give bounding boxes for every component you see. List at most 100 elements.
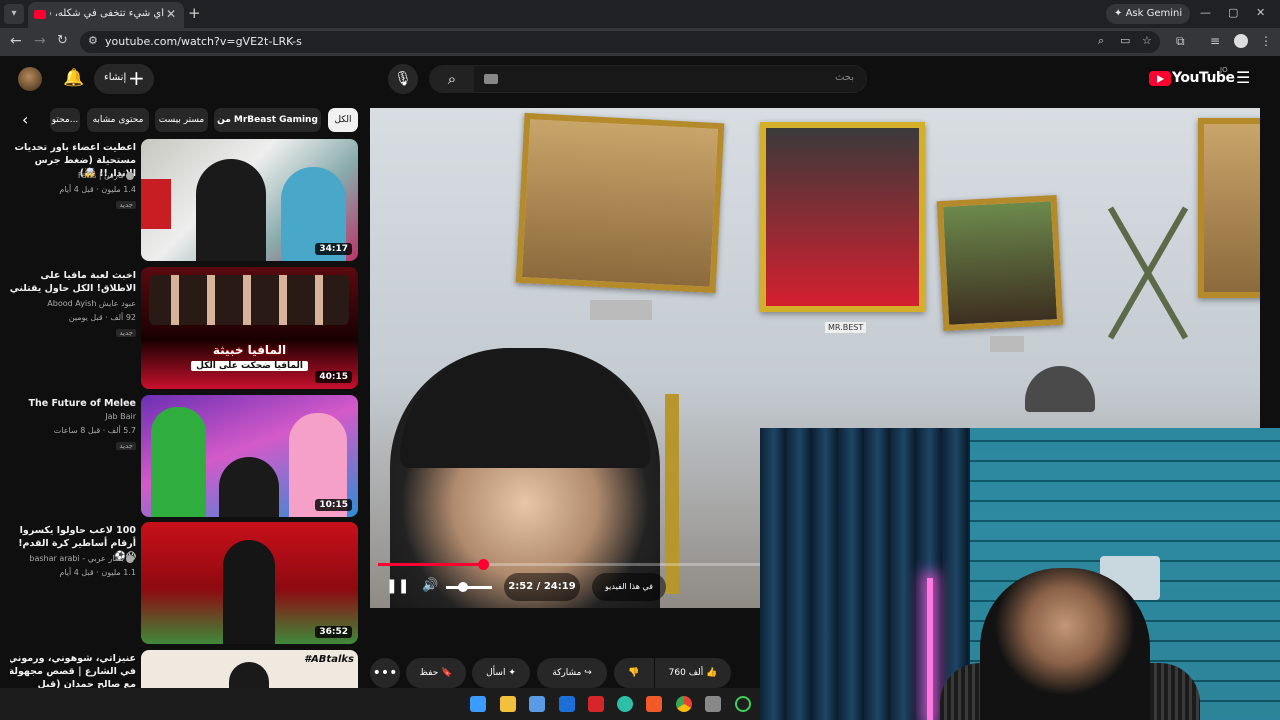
channel-name[interactable]: فارس | Faris — [8, 171, 136, 180]
reading-list-icon[interactable]: ≡ — [1210, 34, 1220, 48]
recommendation-item[interactable]: 34:17 اعطيت اعضاء باور تحديات مستحيلة (ض… — [10, 139, 360, 261]
forward-icon[interactable]: → — [34, 33, 46, 49]
person-shape — [223, 540, 275, 644]
search-placeholder: بحث — [834, 72, 854, 83]
volume-slider[interactable] — [446, 582, 492, 592]
profile-avatar[interactable] — [1234, 34, 1248, 48]
share-button[interactable]: مشاركة ↪ — [537, 658, 607, 688]
browser-tab[interactable]: أي شيء تتخفى في شكله، سأ... ✕ — [28, 2, 184, 28]
volume-knob[interactable] — [458, 582, 468, 592]
app-icon[interactable] — [559, 696, 575, 712]
video-thumbnail[interactable]: 36:52 — [141, 522, 358, 644]
voice-search-mic-icon[interactable]: 🎙 — [388, 64, 418, 94]
video-duration: 34:17 — [315, 243, 352, 255]
tab-close-icon[interactable]: ✕ — [166, 7, 176, 21]
chapter-button[interactable]: في هذا الفيديو — [592, 573, 666, 601]
search-box[interactable]: ⌕ بحث — [429, 65, 867, 93]
chrome-icon[interactable] — [676, 696, 692, 712]
video-meta: 92 ألف · قبل يومين — [68, 313, 136, 322]
tab-title: أي شيء تتخفى في شكله، سأ... — [50, 8, 164, 19]
chip-mrbeast[interactable]: مستر بيست — [155, 108, 208, 132]
channel-name[interactable]: Jab Bair — [8, 412, 136, 421]
search-icon[interactable]: ⌕ — [430, 66, 474, 92]
helmet-shape — [1025, 366, 1095, 412]
save-button[interactable]: حفظ 🔖 — [406, 658, 466, 688]
reload-icon[interactable]: ↻ — [57, 33, 68, 48]
site-info-icon[interactable]: ⚙ — [88, 34, 98, 47]
video-meta: 1.1 مليون · قبل 4 أيام — [59, 568, 136, 577]
video-duration: 10:15 — [315, 499, 352, 511]
chip-from-channel[interactable]: من MrBeast Gaming — [214, 108, 321, 132]
store-icon[interactable] — [529, 696, 545, 712]
nameplate-text: MR.BEST — [825, 322, 867, 333]
omnibox[interactable]: ⚙ youtube.com/watch?v=gVE2t-LRK-s ⌕ ▭ ☆ — [80, 31, 1160, 53]
app-icon[interactable] — [588, 696, 604, 712]
new-tab-icon[interactable]: + — [188, 4, 201, 22]
neon-light-shape — [927, 578, 933, 720]
thumbnail-overlay-text: المافيا خبيثة — [212, 343, 287, 357]
video-title[interactable]: اخبث لعبة مافيا على الاطلاق! الكل حاول ي… — [8, 269, 136, 295]
maximize-icon[interactable]: ▢ — [1228, 6, 1238, 19]
minimize-icon[interactable]: — — [1200, 6, 1211, 19]
video-title[interactable]: The Future of Melee — [8, 397, 136, 410]
video-thumbnail[interactable]: المافيا خبيثة المافيا ضحكت على الكل 40:1… — [141, 267, 358, 389]
recommendation-item[interactable]: 36:52 100 لاعب حاولوا يكسروا أرقام أساطي… — [10, 522, 360, 644]
channel-name[interactable]: بشار عربي - bashar arabi — [8, 554, 136, 563]
video-thumbnail[interactable]: 10:15 — [141, 395, 358, 517]
recommendation-item[interactable]: #ABtalks عنيزاتي، شوهوني، ورموني في الشا… — [10, 650, 360, 688]
guide-menu-icon[interactable]: ☰ — [1236, 68, 1250, 87]
volume-icon[interactable]: 🔊 — [422, 578, 438, 596]
chip-all[interactable]: الكل — [328, 108, 358, 132]
channel-name-text: بشار عربي - bashar arabi — [29, 554, 124, 563]
address-toolbar: ← → ↻ ⚙ youtube.com/watch?v=gVE2t-LRK-s … — [0, 28, 1280, 56]
video-meta: 5.7 ألف · قبل 8 ساعات — [53, 426, 136, 435]
window-close-icon[interactable]: ✕ — [1256, 6, 1265, 19]
bookmark-star-icon[interactable]: ☆ — [1142, 34, 1152, 47]
zoom-icon[interactable]: ⌕ — [1098, 34, 1104, 48]
recommendation-item[interactable]: المافيا خبيثة المافيا ضحكت على الكل 40:1… — [10, 267, 360, 389]
app-icon[interactable] — [735, 696, 751, 712]
progress-fill — [378, 563, 483, 566]
video-thumbnail[interactable]: #ABtalks — [141, 650, 358, 688]
start-icon[interactable] — [470, 696, 486, 712]
extensions-icon[interactable]: ⧉ — [1176, 34, 1185, 49]
ask-button[interactable]: اسأل ✦ — [472, 658, 530, 688]
video-thumbnail[interactable]: 34:17 — [141, 139, 358, 261]
like-button[interactable]: 760 ألف 👍 — [655, 658, 731, 688]
video-title[interactable]: عنيزاتي، شوهوني، ورموني في الشارع | قصص … — [10, 652, 136, 688]
keyboard-icon[interactable] — [484, 74, 498, 84]
tab-search-icon[interactable]: ▾ — [4, 4, 24, 24]
bookmark-icon: 🔖 — [441, 668, 453, 678]
chrome-menu-icon[interactable]: ⋮ — [1260, 34, 1272, 48]
curtain-shape — [760, 428, 970, 720]
portrait-painting — [760, 122, 925, 312]
youtube-logo-icon[interactable] — [1149, 71, 1171, 86]
webcam-overlay — [760, 428, 1280, 720]
verified-icon — [126, 554, 134, 563]
thumbs-up-icon: 👍 — [706, 668, 718, 678]
camera-icon[interactable] — [705, 696, 721, 712]
progress-scrubber[interactable] — [477, 559, 489, 570]
notifications-bell-icon[interactable]: 🔔 — [63, 68, 84, 88]
new-badge: جديد — [116, 329, 136, 337]
file-explorer-icon[interactable] — [500, 696, 516, 712]
edge-icon[interactable] — [617, 696, 633, 712]
create-button[interactable]: إنشاء + — [94, 64, 154, 94]
sparkle-icon: ✦ — [508, 668, 516, 678]
painting-edge — [1198, 118, 1260, 298]
still-life-painting — [936, 194, 1064, 332]
pause-icon[interactable]: ❚❚ — [386, 578, 409, 596]
plus-icon: + — [128, 66, 145, 90]
chip-similar[interactable]: محتوى مشابه — [87, 108, 149, 132]
cast-icon[interactable]: ▭ — [1120, 34, 1130, 47]
back-icon[interactable]: ← — [10, 33, 22, 49]
ask-gemini-button[interactable]: ✦ Ask Gemini — [1106, 4, 1191, 24]
dislike-button[interactable]: 👎 — [614, 658, 654, 688]
brave-icon[interactable] — [646, 696, 662, 712]
more-actions-icon[interactable]: ••• — [370, 658, 400, 688]
channel-name[interactable]: عبود عايش Abood Ayish — [8, 299, 136, 308]
account-avatar[interactable] — [18, 67, 42, 91]
chip-more[interactable]: محتو... — [50, 108, 80, 132]
chips-prev-arrow-icon[interactable]: ‹ — [22, 110, 28, 129]
recommendation-item[interactable]: 10:15 The Future of Melee Jab Bair 5.7 أ… — [10, 395, 360, 517]
